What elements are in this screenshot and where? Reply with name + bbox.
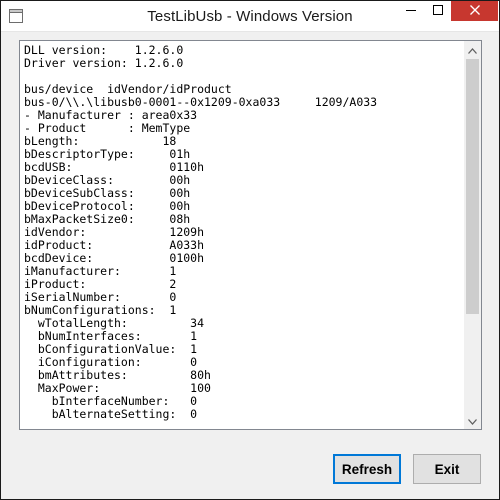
maximize-button[interactable] (424, 1, 451, 21)
minimize-button[interactable] (398, 1, 424, 21)
close-button[interactable] (451, 1, 498, 21)
device-info-listbox[interactable]: DLL version: 1.2.6.0 Driver version: 1.2.… (19, 40, 482, 430)
refresh-button[interactable]: Refresh (333, 454, 401, 484)
vertical-scrollbar[interactable] (464, 41, 481, 429)
title-bar[interactable]: TestLibUsb - Windows Version (1, 1, 499, 32)
maximize-icon (432, 2, 443, 20)
log-line: Driver version: 1.2.6.0 (24, 56, 184, 70)
log-line: bAlternateSetting: 0 (24, 407, 198, 421)
device-info-lines: DLL version: 1.2.6.0 Driver version: 1.2.… (24, 44, 460, 428)
close-icon (469, 2, 480, 20)
exit-button[interactable]: Exit (413, 454, 481, 484)
app-window: TestLibUsb - Windows Version DLL version… (0, 0, 500, 500)
scrollbar-thumb[interactable] (466, 59, 479, 314)
scroll-down-button[interactable] (464, 412, 481, 429)
chevron-down-icon (468, 412, 477, 430)
chevron-up-icon (468, 41, 477, 59)
minimize-icon (406, 2, 416, 20)
scroll-up-button[interactable] (464, 41, 481, 58)
